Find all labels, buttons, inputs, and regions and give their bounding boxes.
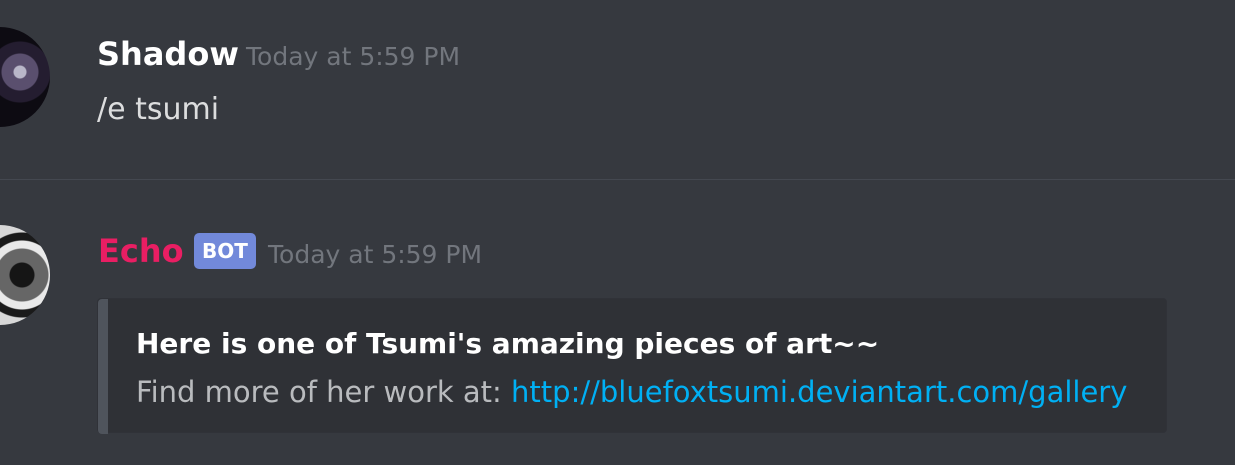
bot-badge: BOT (194, 233, 256, 269)
message-divider (0, 179, 1235, 180)
author-name[interactable]: Echo (98, 235, 184, 267)
embed-accent-bar (98, 299, 108, 434)
message-embed: Here is one of Tsumi's amazing pieces of… (97, 298, 1167, 434)
author-name[interactable]: Shadow (97, 38, 239, 70)
chat-area: Shadow Today at 5:59 PM /e tsumi Echo BO… (0, 0, 1235, 465)
message-timestamp: Today at 5:59 PM (246, 42, 461, 71)
embed-description-prefix: Find more of her work at: (136, 375, 502, 409)
avatar[interactable] (0, 225, 50, 325)
avatar[interactable] (0, 27, 50, 127)
embed-title: Here is one of Tsumi's amazing pieces of… (136, 327, 880, 360)
message-timestamp: Today at 5:59 PM (268, 240, 483, 269)
embed-description: Find more of her work at: http://bluefox… (136, 375, 1127, 410)
message-content: /e tsumi (97, 92, 220, 127)
embed-link[interactable]: http://bluefoxtsumi.deviantart.com/galle… (511, 375, 1127, 409)
